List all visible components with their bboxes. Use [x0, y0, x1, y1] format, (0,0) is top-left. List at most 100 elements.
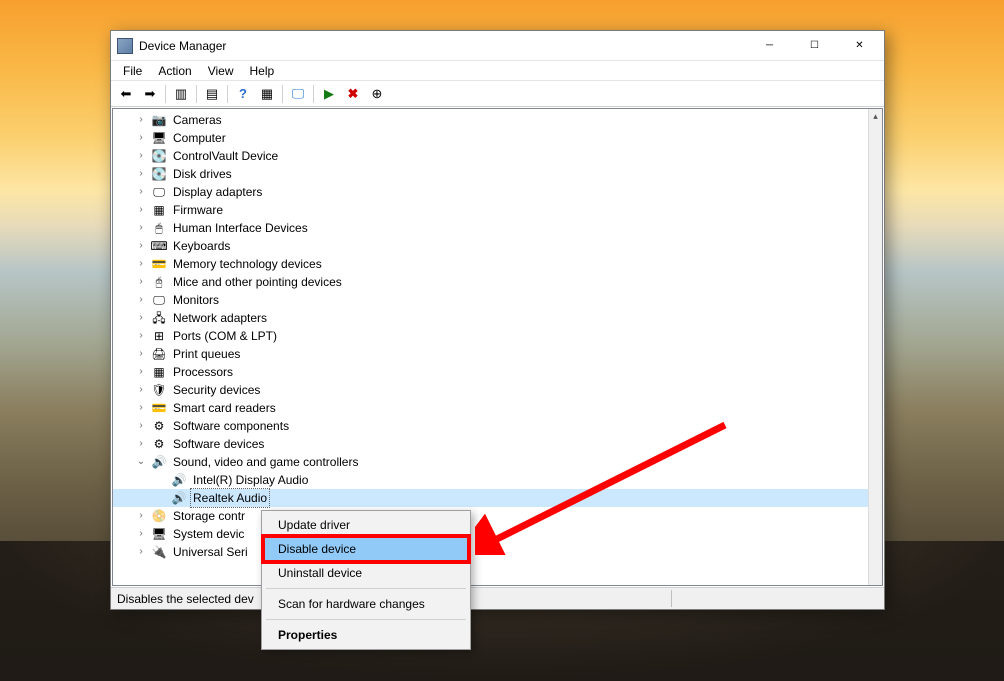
- chevron-right-icon[interactable]: [135, 543, 147, 561]
- context-menu-item[interactable]: Properties: [264, 623, 468, 647]
- back-button[interactable]: ⬅: [115, 83, 137, 105]
- tree-node[interactable]: 🖨Print queues: [113, 345, 868, 363]
- tree-node[interactable]: 🖥Computer: [113, 129, 868, 147]
- help-button[interactable]: ?: [232, 83, 254, 105]
- chevron-right-icon[interactable]: [135, 507, 147, 525]
- chevron-right-icon[interactable]: [135, 327, 147, 345]
- chevron-right-icon[interactable]: [135, 435, 147, 453]
- context-menu-item[interactable]: Scan for hardware changes: [264, 592, 468, 616]
- tree-node[interactable]: ⌨Keyboards: [113, 237, 868, 255]
- tree-node-label: Firmware: [171, 201, 225, 219]
- enable-device-button[interactable]: ▶: [318, 83, 340, 105]
- chevron-right-icon[interactable]: [135, 129, 147, 147]
- titlebar[interactable]: Device Manager ─ ☐ ✕: [111, 31, 884, 61]
- device-tree[interactable]: 📷Cameras🖥Computer💽ControlVault Device💽Di…: [113, 109, 868, 563]
- device-category-icon: 🔊: [151, 454, 167, 470]
- tree-node[interactable]: 💽Disk drives: [113, 165, 868, 183]
- device-manager-window: Device Manager ─ ☐ ✕ File Action View He…: [110, 30, 885, 610]
- chevron-right-icon[interactable]: [135, 165, 147, 183]
- menu-file[interactable]: File: [115, 62, 150, 80]
- tree-node-label: Software devices: [171, 435, 266, 453]
- device-category-icon: 💳: [151, 400, 167, 416]
- scroll-up-icon[interactable]: ▴: [869, 109, 882, 123]
- chevron-right-icon[interactable]: [135, 147, 147, 165]
- maximize-button[interactable]: ☐: [792, 31, 837, 60]
- chevron-right-icon[interactable]: [135, 381, 147, 399]
- context-menu-separator: [266, 619, 466, 620]
- chevron-right-icon[interactable]: [135, 237, 147, 255]
- tree-node[interactable]: ▦Firmware: [113, 201, 868, 219]
- tree-node[interactable]: 📷Cameras: [113, 111, 868, 129]
- chevron-right-icon[interactable]: [135, 417, 147, 435]
- scan-hardware-button[interactable]: 🖵: [287, 83, 309, 105]
- toolbar: ⬅ ➡ ▥ ▤ ? ▦ 🖵 ▶ ✖ ⊕: [111, 81, 884, 107]
- tree-node[interactable]: 🖱Human Interface Devices: [113, 219, 868, 237]
- minimize-button[interactable]: ─: [747, 31, 792, 60]
- context-menu-item[interactable]: Disable device: [264, 537, 468, 561]
- tree-node[interactable]: 💽ControlVault Device: [113, 147, 868, 165]
- device-category-icon: 💽: [151, 148, 167, 164]
- tree-node[interactable]: 💳Memory technology devices: [113, 255, 868, 273]
- chevron-right-icon[interactable]: [135, 525, 147, 543]
- chevron-right-icon[interactable]: [135, 309, 147, 327]
- device-category-icon: 🖰: [151, 274, 167, 290]
- menu-action[interactable]: Action: [150, 62, 199, 80]
- tree-node-label: Disk drives: [171, 165, 234, 183]
- delete-icon: ✖: [348, 86, 359, 102]
- view-button[interactable]: ▦: [256, 83, 278, 105]
- tree-node[interactable]: ⊞Ports (COM & LPT): [113, 327, 868, 345]
- chevron-right-icon[interactable]: [135, 291, 147, 309]
- tree-node[interactable]: 🔌Universal Seri: [113, 543, 868, 561]
- chevron-down-icon[interactable]: [135, 453, 147, 471]
- device-icon: 🔊: [171, 472, 187, 488]
- menu-view[interactable]: View: [200, 62, 242, 80]
- panel-icon: ▥: [175, 86, 187, 102]
- device-category-icon: 💽: [151, 166, 167, 182]
- tree-node[interactable]: 🖧Network adapters: [113, 309, 868, 327]
- tree-node[interactable]: 🛡Security devices: [113, 381, 868, 399]
- menu-help[interactable]: Help: [242, 62, 283, 80]
- tree-node[interactable]: 🖵Monitors: [113, 291, 868, 309]
- tree-node[interactable]: 🖵Display adapters: [113, 183, 868, 201]
- tree-node[interactable]: 🔊Intel(R) Display Audio: [113, 471, 868, 489]
- content-frame: 📷Cameras🖥Computer💽ControlVault Device💽Di…: [112, 108, 883, 586]
- tree-node[interactable]: 💳Smart card readers: [113, 399, 868, 417]
- vertical-scrollbar[interactable]: ▴: [868, 109, 882, 585]
- tree-node[interactable]: 🖥System devic: [113, 525, 868, 543]
- forward-button[interactable]: ➡: [139, 83, 161, 105]
- tree-node[interactable]: ⚙Software components: [113, 417, 868, 435]
- tree-node-label: Keyboards: [171, 237, 232, 255]
- tree-node-label: System devic: [171, 525, 246, 543]
- chevron-right-icon[interactable]: [135, 201, 147, 219]
- tree-node[interactable]: 📀Storage contr: [113, 507, 868, 525]
- update-driver-button[interactable]: ⊕: [366, 83, 388, 105]
- uninstall-device-button[interactable]: ✖: [342, 83, 364, 105]
- device-category-icon: 📷: [151, 112, 167, 128]
- tree-node[interactable]: 🔊Realtek Audio: [113, 489, 868, 507]
- tree-node[interactable]: ▦Processors: [113, 363, 868, 381]
- tree-node-label: Cameras: [171, 111, 224, 129]
- chevron-right-icon[interactable]: [135, 219, 147, 237]
- context-menu-item[interactable]: Uninstall device: [264, 561, 468, 585]
- context-menu-item[interactable]: Update driver: [264, 513, 468, 537]
- device-category-icon: 🖥: [151, 130, 167, 146]
- device-category-icon: 🔌: [151, 544, 167, 560]
- chevron-right-icon[interactable]: [135, 183, 147, 201]
- show-hide-console-button[interactable]: ▥: [170, 83, 192, 105]
- properties-button[interactable]: ▤: [201, 83, 223, 105]
- tree-node[interactable]: 🖰Mice and other pointing devices: [113, 273, 868, 291]
- chevron-right-icon[interactable]: [135, 255, 147, 273]
- tree-node-label: Universal Seri: [171, 543, 250, 561]
- chevron-right-icon[interactable]: [135, 399, 147, 417]
- tree-node-label: Network adapters: [171, 309, 269, 327]
- chevron-right-icon[interactable]: [135, 363, 147, 381]
- device-category-icon: 📀: [151, 508, 167, 524]
- tree-node[interactable]: ⚙Software devices: [113, 435, 868, 453]
- chevron-right-icon[interactable]: [135, 111, 147, 129]
- context-menu: Update driverDisable deviceUninstall dev…: [261, 510, 471, 650]
- chevron-right-icon[interactable]: [135, 273, 147, 291]
- chevron-right-icon[interactable]: [135, 345, 147, 363]
- device-icon: 🔊: [171, 490, 187, 506]
- close-button[interactable]: ✕: [837, 31, 882, 60]
- tree-node[interactable]: 🔊Sound, video and game controllers: [113, 453, 868, 471]
